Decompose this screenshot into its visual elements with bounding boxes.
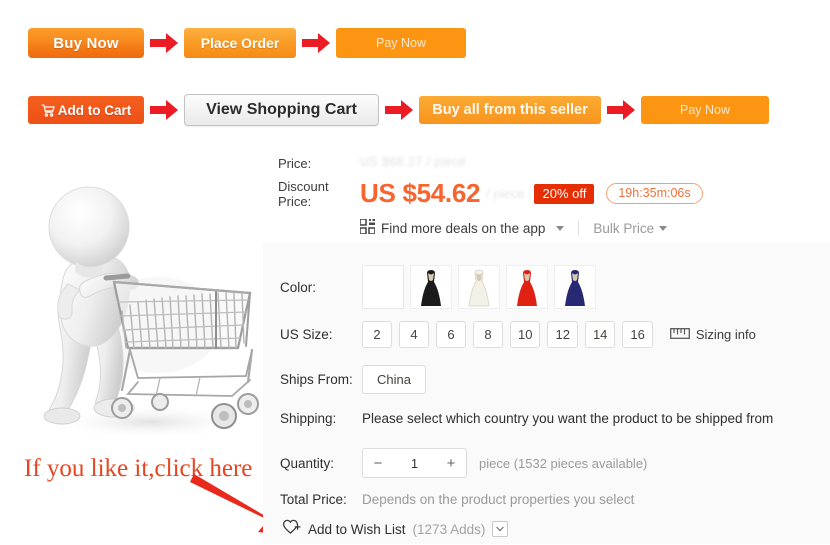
size-option-10[interactable]: 10 — [510, 321, 541, 348]
discount-label-line1: Discount — [278, 178, 329, 194]
quantity-label: Quantity: — [280, 455, 335, 471]
add-to-cart-label: Add to Cart — [57, 102, 132, 118]
size-option-6[interactable]: 6 — [436, 321, 466, 348]
swatch-black[interactable] — [410, 265, 452, 309]
size-option-2[interactable]: 2 — [362, 321, 392, 348]
chevron-down-icon — [659, 225, 668, 231]
wishlist-row: Add to Wish List (1273 Adds) — [282, 518, 509, 540]
purchase-flow-row-buy-now: Buy Now Place Order Pay Now — [28, 28, 466, 58]
ships-from-option-china[interactable]: China — [362, 365, 426, 394]
ruler-icon — [669, 327, 690, 342]
total-price-row: Total Price: Depends on the product prop… — [280, 492, 634, 507]
shipping-message: Please select which country you want the… — [362, 411, 774, 426]
swatch-navy[interactable] — [554, 265, 596, 309]
quantity-stepper[interactable]: − + — [362, 448, 467, 478]
size-option-8[interactable]: 8 — [473, 321, 503, 348]
discount-price-row: Discount Price: US $54.62 / piece 20% of… — [278, 178, 828, 209]
bulk-price-label: Bulk Price — [593, 220, 655, 236]
color-option-row: Color: — [280, 265, 602, 309]
total-price-value: Depends on the product properties you se… — [362, 492, 635, 507]
flow-arrow-icon — [144, 28, 184, 58]
quantity-availability-note: piece (1532 pieces available) — [479, 455, 648, 471]
flow-arrow-icon — [144, 95, 184, 125]
quantity-increase-button[interactable]: + — [436, 449, 466, 477]
shopper-with-cart-illustration — [10, 150, 272, 450]
divider — [578, 221, 580, 235]
swatch-white[interactable] — [458, 265, 500, 309]
discount-label-line2: Price: — [278, 193, 312, 209]
sizing-info-label: Sizing info — [695, 327, 756, 342]
size-option-4[interactable]: 4 — [399, 321, 429, 348]
discount-price-value: US $54.62 — [360, 178, 481, 208]
ships-from-row: Ships From: China — [280, 365, 426, 394]
qr-code-icon — [359, 218, 376, 237]
size-option-12[interactable]: 12 — [547, 321, 578, 348]
shipping-row: Shipping: Please select which country yo… — [280, 411, 773, 426]
pay-now-button-1[interactable]: Pay Now — [336, 28, 466, 58]
original-price-row: Price: US $68.27 / piece — [278, 155, 828, 172]
find-more-deals-label: Find more deals on the app — [381, 220, 546, 236]
pay-now-button-2[interactable]: Pay Now — [641, 96, 769, 124]
add-to-cart-button[interactable]: Add to Cart — [28, 96, 144, 124]
shopping-cart-icon — [41, 104, 55, 117]
chevron-down-icon — [556, 225, 565, 231]
swatch-blank[interactable] — [362, 265, 404, 309]
heart-plus-icon[interactable] — [282, 518, 301, 540]
product-options-panel: Color: US Size: 2 4 6 8 10 12 14 16 Sizi… — [263, 243, 830, 544]
color-label: Color: — [280, 279, 317, 295]
flow-arrow-icon — [379, 95, 419, 125]
flow-arrow-icon — [601, 95, 641, 125]
buy-now-button[interactable]: Buy Now — [28, 28, 144, 58]
find-more-deals-link[interactable]: Find more deals on the app — [359, 218, 565, 237]
buy-all-from-seller-button[interactable]: Buy all from this seller — [419, 96, 601, 124]
wishlist-dropdown-button[interactable] — [492, 521, 509, 537]
price-block: Price: US $68.27 / piece Discount Price:… — [278, 155, 828, 237]
purchase-flow-row-add-to-cart: Add to Cart View Shopping Cart Buy all f… — [28, 94, 769, 126]
wishlist-count: (1273 Adds) — [412, 521, 486, 537]
add-to-wishlist-label[interactable]: Add to Wish List — [308, 522, 406, 537]
discount-badge: 20% off — [534, 183, 595, 204]
sizing-info-link[interactable]: Sizing info — [669, 327, 756, 342]
discount-price-label: Discount Price: — [278, 179, 360, 209]
ships-from-label: Ships From: — [280, 372, 353, 387]
price-label: Price: — [278, 156, 312, 171]
size-option-14[interactable]: 14 — [584, 321, 616, 348]
app-deals-row: Find more deals on the app Bulk Price — [359, 218, 828, 237]
view-shopping-cart-button[interactable]: View Shopping Cart — [184, 94, 379, 126]
swatch-red[interactable] — [506, 265, 548, 309]
flow-arrow-icon — [296, 28, 336, 58]
total-price-label: Total Price: — [280, 492, 347, 507]
shipping-label: Shipping: — [280, 411, 337, 426]
quantity-decrease-button[interactable]: − — [363, 449, 393, 477]
size-label: US Size: — [280, 327, 333, 342]
size-option-row: US Size: 2 4 6 8 10 12 14 16 Sizing info — [280, 321, 756, 348]
original-price-value: US $68.27 / piece — [360, 155, 467, 169]
quantity-row: Quantity: − + piece (1532 pieces availab… — [280, 448, 647, 478]
place-order-button[interactable]: Place Order — [184, 28, 296, 58]
bulk-price-link[interactable]: Bulk Price — [593, 220, 668, 236]
size-option-16[interactable]: 16 — [622, 321, 653, 348]
discount-price-unit: / piece — [486, 186, 525, 201]
quantity-input[interactable] — [393, 454, 436, 472]
countdown-timer: 19h:35m:06s — [606, 182, 703, 205]
